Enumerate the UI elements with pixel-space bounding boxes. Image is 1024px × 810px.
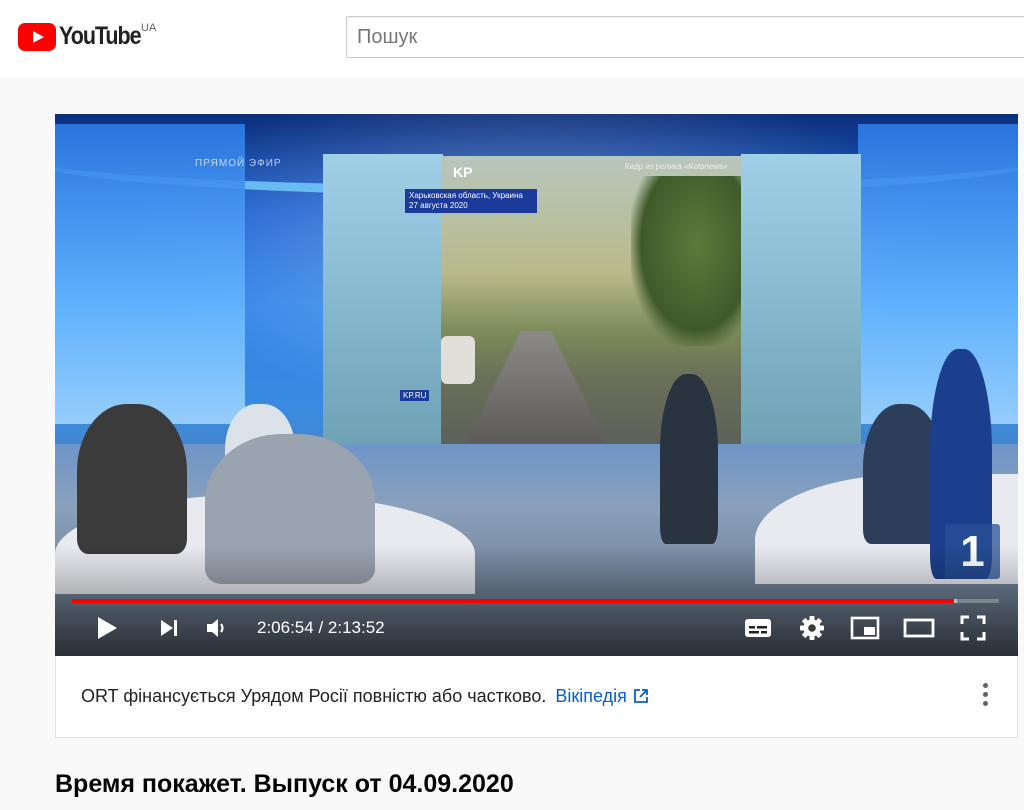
theater-mode-icon (903, 618, 935, 638)
search-input[interactable] (347, 17, 1024, 57)
kp-ru-label: KP.RU (400, 390, 430, 401)
time-separator: / (313, 618, 328, 637)
kp-logo: KP (453, 164, 473, 180)
more-dot (982, 683, 988, 688)
more-dot (982, 692, 988, 697)
settings-button[interactable] (793, 608, 831, 648)
volume-icon (207, 619, 224, 637)
duration: 2:13:52 (327, 618, 385, 637)
theater-mode-button[interactable] (899, 608, 939, 648)
fullscreen-icon (960, 615, 986, 641)
footage-credit: Кадр из ролика «Kotsnews» (625, 162, 728, 171)
play-button[interactable] (89, 608, 125, 648)
region-badge: UA (141, 22, 157, 34)
location-caption: Харьковская область, Украина 27 августа … (405, 189, 537, 213)
mute-button[interactable] (199, 608, 235, 648)
video-title: Время покажет. Выпуск от 04.09.2020 (55, 770, 514, 798)
progress-bar[interactable] (72, 599, 999, 603)
subtitles-icon (745, 619, 771, 637)
current-time: 2:06:54 (257, 618, 314, 637)
funding-notice: ORT фінансується Урядом Росії повністю а… (81, 686, 547, 706)
more-dot (982, 701, 988, 706)
masthead: YouTube UA (0, 0, 1024, 78)
external-link-icon (633, 689, 648, 703)
live-badge: ПРЯМОЙ ЭФИР (195, 158, 282, 169)
info-panel: ORT фінансується Урядом Росії повністю а… (55, 656, 1018, 738)
more-options-button[interactable] (977, 681, 993, 711)
miniplayer-icon (850, 616, 880, 640)
next-button[interactable] (151, 608, 187, 648)
video-player[interactable]: ПРЯМОЙ ЭФИР KP Харьковская область, Укра… (55, 114, 1018, 656)
progress-played (72, 599, 954, 603)
guest-silhouette (77, 404, 187, 554)
logo-text: YouTube (59, 22, 142, 50)
info-panel-text: ORT фінансується Урядом Росії повністю а… (81, 686, 649, 707)
search-box[interactable] (346, 16, 1024, 58)
subtitles-button[interactable] (739, 608, 777, 648)
gear-icon (800, 616, 824, 640)
miniplayer-button[interactable] (845, 608, 885, 648)
wikipedia-link[interactable]: Вікіпедія (555, 686, 649, 706)
play-icon (98, 617, 117, 639)
wikipedia-link-label: Вікіпедія (555, 686, 627, 706)
skip-next-icon (161, 620, 177, 636)
time-display: 2:06:54 / 2:13:52 (257, 608, 385, 648)
youtube-logo[interactable]: YouTube (18, 22, 154, 51)
youtube-play-icon (18, 22, 56, 51)
host-silhouette (660, 374, 718, 544)
fullscreen-button[interactable] (953, 608, 993, 648)
